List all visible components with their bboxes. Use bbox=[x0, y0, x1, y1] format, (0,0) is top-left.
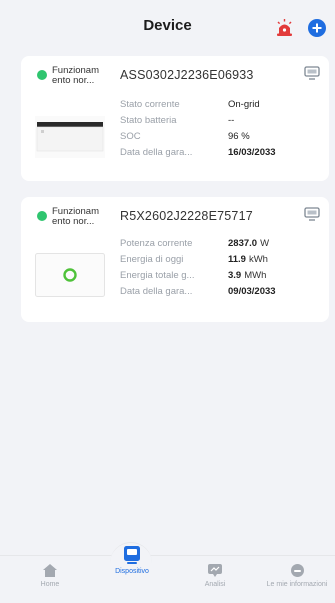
monitor-icon[interactable] bbox=[304, 66, 320, 80]
row-value-bold: 2837.0 bbox=[228, 237, 258, 249]
row-label: Energia di oggi bbox=[120, 253, 184, 265]
row-unit: MWh bbox=[244, 269, 267, 281]
info-row: Data della gara... 09/03/2033 bbox=[120, 283, 276, 299]
row-label: Potenza corrente bbox=[120, 237, 193, 249]
top-bar: Device bbox=[0, 0, 335, 50]
row-label: Energia totale g... bbox=[120, 269, 195, 281]
inverter-image bbox=[35, 253, 105, 297]
status-dot bbox=[37, 70, 47, 80]
row-label: Stato corrente bbox=[120, 98, 180, 110]
row-label: Data della gara... bbox=[120, 146, 193, 158]
device-icon bbox=[124, 546, 140, 564]
status-text: Funzionam ento nor... bbox=[52, 65, 99, 86]
device-info: Stato corrente On-grid Stato batteria -- S… bbox=[120, 96, 276, 160]
tab-label: Analisi bbox=[204, 581, 226, 588]
row-value-bold: 16/03/2033 bbox=[228, 146, 276, 158]
add-device-icon[interactable] bbox=[308, 19, 326, 37]
info-row: Stato batteria -- bbox=[120, 112, 276, 128]
tab-label: Le mie informazioni bbox=[266, 581, 328, 588]
info-row: Energia di oggi 11.9 kWh bbox=[120, 251, 276, 267]
analysis-icon bbox=[208, 564, 222, 577]
row-unit: kWh bbox=[248, 253, 268, 265]
tab-home[interactable]: Home bbox=[30, 564, 70, 588]
row-value: On-grid bbox=[228, 98, 260, 110]
profile-icon bbox=[290, 564, 304, 577]
info-row: Energia totale g... 3.9 MWh bbox=[120, 267, 276, 283]
info-row: Potenza corrente 2837.0 W bbox=[120, 235, 276, 251]
alarm-siren-icon[interactable] bbox=[276, 19, 293, 36]
row-value: 16/03/2033 bbox=[228, 147, 276, 158]
row-value: 09/03/2033 bbox=[228, 286, 276, 297]
tab-label: Dispositivo bbox=[115, 568, 149, 575]
row-value-bold: 11.9 bbox=[228, 253, 246, 265]
row-value: 2837.0 W bbox=[228, 238, 269, 249]
device-card[interactable]: Funzionam ento nor... R5X2602J2228E75717… bbox=[21, 197, 329, 322]
row-value: 3.9 MWh bbox=[228, 270, 266, 281]
row-unit: W bbox=[260, 237, 270, 249]
status-text: Funzionam ento nor... bbox=[52, 206, 99, 227]
status-dot bbox=[37, 211, 47, 221]
row-label: Data della gara... bbox=[120, 285, 193, 297]
page-title: Device bbox=[143, 16, 192, 34]
tab-dispositivo[interactable]: Dispositivo bbox=[102, 546, 162, 575]
tab-label: Home bbox=[40, 581, 60, 588]
info-row: Data della gara... 16/03/2033 bbox=[120, 144, 276, 160]
device-serial: ASS0302J2236E06933 bbox=[120, 68, 254, 82]
device-card[interactable]: Funzionam ento nor... ASS0302J2236E06933… bbox=[21, 56, 329, 181]
monitor-icon[interactable] bbox=[304, 207, 320, 221]
row-value: 11.9 kWh bbox=[228, 254, 268, 265]
row-value: 96 % bbox=[228, 130, 250, 142]
status-badge: Funzionam ento nor... bbox=[37, 207, 100, 227]
row-label: Stato batteria bbox=[120, 114, 177, 126]
row-label: SOC bbox=[120, 130, 141, 142]
home-icon bbox=[43, 564, 57, 577]
tab-profilo[interactable]: Le mie informazioni bbox=[258, 564, 335, 588]
row-value-bold: 3.9 bbox=[228, 269, 242, 281]
info-row: Stato corrente On-grid bbox=[120, 96, 276, 112]
device-serial: R5X2602J2228E75717 bbox=[120, 209, 253, 223]
tab-analisi[interactable]: Analisi bbox=[195, 564, 235, 588]
row-value-bold: 09/03/2033 bbox=[228, 285, 276, 297]
info-row: SOC 96 % bbox=[120, 128, 276, 144]
row-value: -- bbox=[228, 114, 235, 126]
inverter-image bbox=[35, 116, 105, 158]
bottom-tab-bar: Home Dispositivo Analisi Le mie informaz… bbox=[0, 542, 335, 603]
status-badge: Funzionam ento nor... bbox=[37, 66, 100, 86]
device-info: Potenza corrente 2837.0 W Energia di oggi 1… bbox=[120, 235, 276, 299]
